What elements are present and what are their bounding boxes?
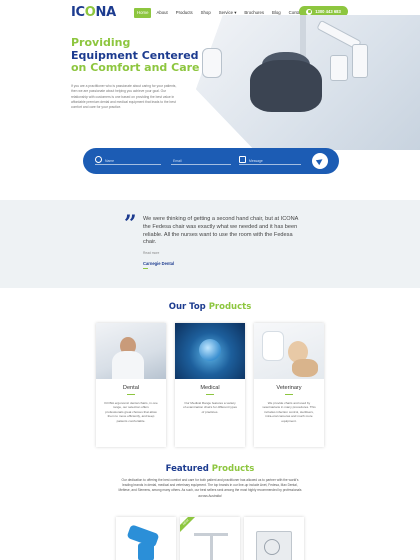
xray-pole-image bbox=[210, 533, 213, 560]
card-divider bbox=[206, 394, 214, 395]
nav-about[interactable]: About bbox=[153, 8, 170, 18]
chair-pole bbox=[300, 15, 306, 60]
top-products-title: Our Top Products bbox=[0, 302, 420, 312]
hero-title-line3: on Comfort and Care bbox=[71, 61, 200, 74]
name-field-placeholder: Name bbox=[105, 158, 115, 163]
new-badge: NEW bbox=[180, 517, 196, 533]
steriliser-door bbox=[264, 539, 280, 555]
hero-title: Providing Equipment Centered on Comfort … bbox=[71, 36, 211, 75]
user-icon bbox=[95, 156, 102, 163]
dental-chair-seat bbox=[250, 60, 322, 112]
phone-icon bbox=[306, 8, 313, 15]
veterinary-image bbox=[254, 323, 324, 379]
card-divider bbox=[127, 394, 135, 395]
icona-logo[interactable]: ICONA bbox=[71, 5, 116, 20]
phone-number: 1300 443 683 bbox=[315, 9, 341, 14]
card-text: Our Medical Range features a variety of … bbox=[183, 401, 237, 414]
name-field[interactable]: Name bbox=[95, 156, 161, 165]
card-title: Veterinary bbox=[276, 385, 302, 391]
top-products-title-accent: Products bbox=[208, 302, 252, 312]
instrument-holder bbox=[330, 55, 348, 81]
message-field[interactable]: Message bbox=[239, 156, 301, 165]
featured-card-xray[interactable]: NEW bbox=[180, 517, 240, 560]
nav-products[interactable]: Products bbox=[173, 8, 196, 18]
logo-text-part2: O bbox=[84, 5, 96, 20]
card-text: We provide chairs and used by veterinari… bbox=[262, 401, 316, 423]
product-card-medical[interactable]: Medical Our Medical Range features a var… bbox=[175, 323, 245, 447]
nav-home[interactable]: Home bbox=[134, 8, 152, 18]
card-title: Medical bbox=[200, 385, 220, 391]
hero-description: If you are a practitioner who is passion… bbox=[71, 84, 177, 110]
medical-image bbox=[175, 323, 245, 379]
featured-card-steriliser[interactable] bbox=[244, 517, 304, 560]
quote-icon: ” bbox=[124, 211, 137, 237]
author-divider bbox=[143, 268, 148, 269]
logo-text-part1: IC bbox=[71, 5, 85, 20]
nav-shop[interactable]: Shop bbox=[198, 8, 214, 18]
message-icon bbox=[239, 156, 246, 163]
read-more-link[interactable]: Read more bbox=[143, 251, 159, 255]
email-field-placeholder: Email bbox=[173, 158, 182, 163]
card-text: ICONA ergonomic dental chairs, in one ra… bbox=[104, 401, 158, 423]
contact-form-bar: Name Email Message bbox=[83, 148, 339, 174]
logo-text-part3: NA bbox=[95, 5, 117, 20]
card-title: Dental bbox=[122, 385, 140, 391]
send-button[interactable] bbox=[312, 153, 328, 169]
email-field[interactable]: Email bbox=[171, 156, 231, 165]
product-card-dental[interactable]: Dental ICONA ergonomic dental chairs, in… bbox=[96, 323, 166, 447]
card-divider bbox=[285, 394, 293, 395]
featured-products-title: Featured Products bbox=[0, 464, 420, 474]
testimonial-quote: We were thinking of getting a second han… bbox=[143, 216, 299, 246]
dental-image bbox=[96, 323, 166, 379]
paper-plane-icon bbox=[315, 156, 325, 166]
featured-card-chair[interactable] bbox=[116, 517, 176, 560]
instrument-tray bbox=[352, 44, 368, 78]
featured-title-main: Featured bbox=[165, 464, 212, 474]
featured-description: Our dedication to offering the best comf… bbox=[118, 478, 302, 498]
product-card-veterinary[interactable]: Veterinary We provide chairs and used by… bbox=[254, 323, 324, 447]
message-field-placeholder: Message bbox=[249, 158, 263, 163]
featured-title-accent: Products bbox=[211, 464, 255, 474]
testimonial-author: Carnegie Dental bbox=[143, 261, 175, 266]
hero-title-line1: Providing bbox=[71, 36, 131, 49]
top-products-title-main: Our Top bbox=[168, 302, 209, 312]
blue-chair-base bbox=[138, 543, 154, 560]
